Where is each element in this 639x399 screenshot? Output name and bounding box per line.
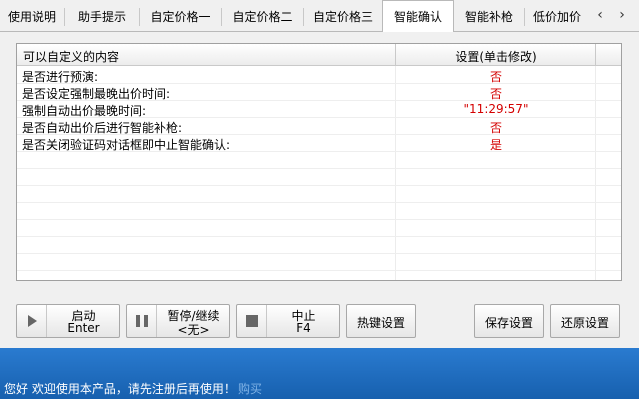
restore-settings-button[interactable]: 还原设置 <box>550 304 620 338</box>
setting-name: 是否关闭验证码对话框即中止智能确认: <box>22 138 231 152</box>
stop-button[interactable]: 中止 F4 <box>236 304 340 338</box>
save-settings-button[interactable]: 保存设置 <box>474 304 544 338</box>
tab-smart-confirm[interactable]: 智能确认 <box>382 0 454 33</box>
pause-icon <box>127 305 157 337</box>
table-row[interactable]: 强制自动出价最晚时间: "11:29:57" <box>17 101 621 118</box>
stop-hotkey: F4 <box>296 321 311 335</box>
start-button[interactable]: 启动 Enter <box>16 304 120 338</box>
empty-row <box>17 152 621 169</box>
column-divider <box>595 44 596 66</box>
tab-assistant-tips[interactable]: 助手提示 <box>65 3 139 32</box>
tab-panel-smart-confirm: 可以自定义的内容 设置(单击修改) 是否进行预演: 否 是否设定强制最晚出价时间… <box>0 32 639 348</box>
status-bar: 您好 欢迎使用本产品，请先注册后再使用！ 购买 <box>0 348 639 399</box>
empty-row <box>17 186 621 203</box>
table-row[interactable]: 是否关闭验证码对话框即中止智能确认: 是 <box>17 135 621 152</box>
setting-name: 是否自动出价后进行智能补枪: <box>22 121 183 135</box>
empty-row <box>17 169 621 186</box>
play-icon <box>17 305 47 337</box>
settings-grid: 可以自定义的内容 设置(单击修改) 是否进行预演: 否 是否设定强制最晚出价时间… <box>16 43 622 281</box>
hotkey-settings-button[interactable]: 热键设置 <box>346 304 416 338</box>
table-row[interactable]: 是否设定强制最晚出价时间: 否 <box>17 84 621 101</box>
pause-hotkey: <无> <box>177 323 210 337</box>
setting-name: 是否进行预演: <box>22 70 99 84</box>
purchase-link[interactable]: 购买 <box>238 380 262 397</box>
setting-value[interactable]: 是 <box>397 136 595 153</box>
chevron-left-icon[interactable]: ‹ <box>590 4 610 26</box>
setting-value[interactable]: 否 <box>397 119 595 136</box>
tab-smart-refill[interactable]: 智能补枪 <box>454 3 524 32</box>
tab-custom-price-3[interactable]: 自定价格三 <box>304 3 382 32</box>
table-row[interactable]: 是否进行预演: 否 <box>17 67 621 84</box>
app-window: 使用说明 助手提示 自定价格一 自定价格二 自定价格三 智能确认 智能补枪 低价… <box>0 0 639 348</box>
empty-row <box>17 254 621 271</box>
tab-custom-price-2[interactable]: 自定价格二 <box>222 3 303 32</box>
empty-row <box>17 203 621 220</box>
setting-value[interactable]: "11:29:57" <box>397 102 595 116</box>
grid-header: 可以自定义的内容 设置(单击修改) <box>17 44 621 66</box>
setting-value[interactable]: 否 <box>397 68 595 85</box>
pause-resume-button[interactable]: 暂停/继续 <无> <box>126 304 230 338</box>
stop-icon <box>237 305 267 337</box>
column-divider <box>395 44 396 66</box>
setting-name: 是否设定强制最晚出价时间: <box>22 87 171 101</box>
tab-low-price-markup[interactable]: 低价加价 <box>525 3 589 32</box>
hotkey-settings-label: 热键设置 <box>356 316 405 330</box>
tab-bar: 使用说明 助手提示 自定价格一 自定价格二 自定价格三 智能确认 智能补枪 低价… <box>0 0 639 33</box>
tab-custom-price-1[interactable]: 自定价格一 <box>140 3 221 32</box>
chevron-right-icon[interactable]: › <box>612 4 632 26</box>
save-settings-label: 保存设置 <box>484 316 533 330</box>
restore-settings-label: 还原设置 <box>560 316 609 330</box>
column-header-content: 可以自定义的内容 <box>23 50 120 64</box>
start-hotkey: Enter <box>67 321 100 335</box>
table-row[interactable]: 是否自动出价后进行智能补枪: 否 <box>17 118 621 135</box>
column-header-setting: 设置(单击修改) <box>455 50 537 64</box>
empty-row <box>17 220 621 237</box>
empty-row <box>17 237 621 254</box>
setting-value[interactable]: 否 <box>397 85 595 102</box>
status-message: 您好 欢迎使用本产品，请先注册后再使用！ <box>4 382 236 396</box>
tab-instructions[interactable]: 使用说明 <box>0 3 64 32</box>
setting-name: 强制自动出价最晚时间: <box>22 104 147 118</box>
